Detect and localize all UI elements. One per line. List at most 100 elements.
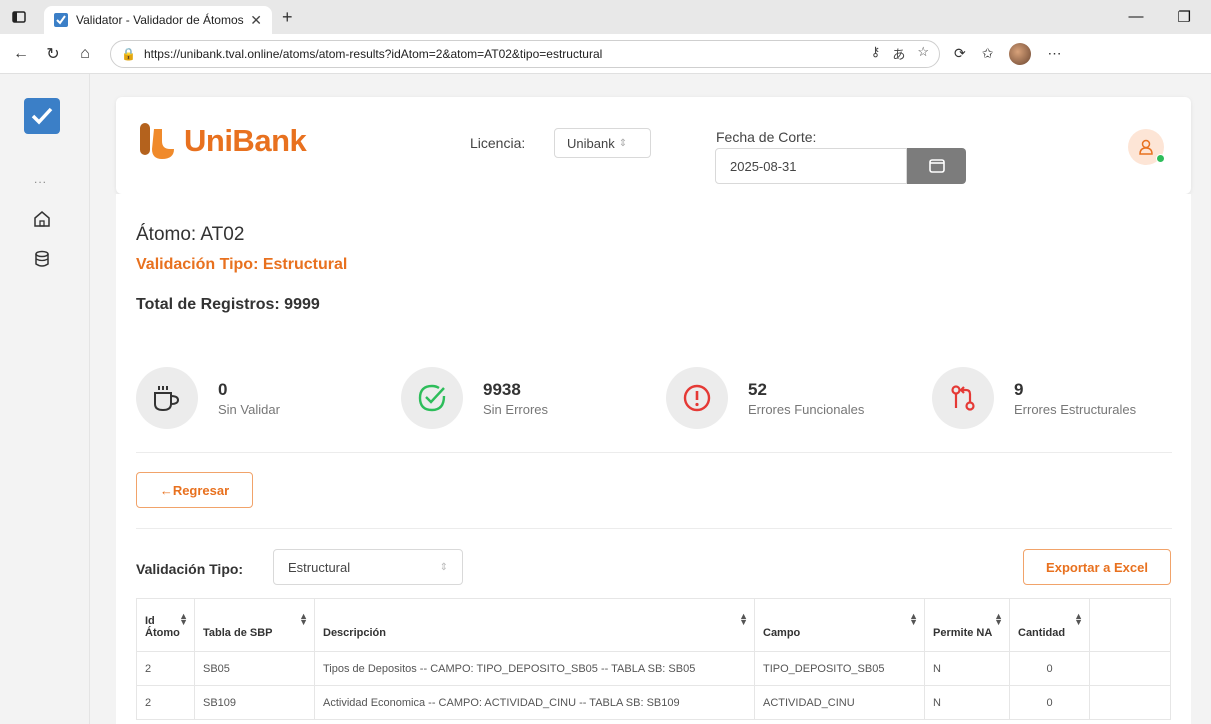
col-id-atomo[interactable]: Id Átomo ▲ ▼: [136, 598, 195, 652]
browser-toolbar: ← ↻ ⌂ 🔒 https://unibank.tval.online/atom…: [0, 34, 1211, 74]
extensions-icon[interactable]: ⟳: [954, 45, 966, 62]
user-avatar[interactable]: [1128, 129, 1165, 165]
cell-tabla: SB05: [194, 651, 315, 686]
home-icon[interactable]: ⌂: [74, 43, 96, 65]
column-header-label: Cantidad: [1018, 627, 1066, 639]
minimize-icon[interactable]: —: [1129, 8, 1144, 26]
license-label: Licencia:: [470, 135, 526, 151]
column-header-label: Id Átomo: [145, 615, 180, 639]
validation-type-subtitle: Validación Tipo: Estructural: [136, 256, 348, 273]
cutoff-date-label: Fecha de Corte:: [716, 129, 817, 145]
url-text: https://unibank.tval.online/atoms/atom-r…: [143, 46, 603, 61]
home-nav-icon[interactable]: [33, 210, 51, 228]
table-header-row: Id Átomo ▲ ▼ Tabla de SBP ▲ ▼ Descripción ▲ ▼ …: [136, 598, 1171, 652]
browser-tab[interactable]: Validator - Validador de Átomos ✕: [44, 6, 272, 34]
col-permite-na[interactable]: Permite NA ▲ ▼: [924, 598, 1010, 652]
column-header-label: Descripción: [323, 627, 386, 639]
column-header-label: Tabla de SBP: [203, 627, 273, 639]
user-icon: [1139, 139, 1153, 155]
cutoff-date-input[interactable]: 2025-08-31: [715, 148, 907, 184]
export-excel-button[interactable]: Exportar a Excel: [1023, 549, 1171, 585]
app-header: UniBank Licencia: Unibank ⇕ Fecha de Cor…: [116, 97, 1191, 194]
results-table: Id Átomo ▲ ▼ Tabla de SBP ▲ ▼ Descripción ▲ ▼ …: [136, 598, 1171, 720]
stat-value: 9: [1014, 379, 1024, 399]
sort-icon[interactable]: ▲ ▼: [299, 612, 308, 627]
table-row[interactable]: 2 SB05 Tipos de Depositos -- CAMPO: TIPO…: [136, 651, 1171, 686]
column-header-label: Permite NA: [933, 627, 993, 639]
address-bar[interactable]: 🔒 https://unibank.tval.online/atoms/atom…: [110, 39, 940, 68]
page-title: Átomo: AT02: [136, 224, 245, 245]
favorite-star-icon[interactable]: ☆: [917, 44, 929, 63]
browser-profile-avatar[interactable]: [1009, 42, 1032, 65]
col-descripcion[interactable]: Descripción ▲ ▼: [314, 598, 755, 652]
column-header-label: Campo: [763, 627, 801, 639]
sidebar-dots: ...: [34, 172, 48, 186]
sort-icon[interactable]: ▲ ▼: [909, 612, 918, 627]
database-icon[interactable]: [33, 250, 51, 268]
sort-icon[interactable]: ▲ ▼: [739, 612, 748, 627]
site-info-icon[interactable]: 🔒: [121, 47, 136, 61]
cell-extra: [1089, 651, 1171, 686]
stat-errores-funcionales: 52 Errores Funcionales: [666, 367, 864, 429]
license-select[interactable]: Unibank ⇕: [554, 128, 651, 158]
cell-cantidad: 0: [1009, 651, 1090, 686]
stat-sin-validar: 0 Sin Validar: [136, 367, 280, 429]
col-cantidad[interactable]: Cantidad ▲ ▼: [1009, 598, 1090, 652]
window-controls: — ❐: [1129, 8, 1191, 26]
stat-label: Sin Errores: [483, 401, 549, 417]
tab-actions-icon[interactable]: [8, 6, 30, 28]
divider: [136, 452, 1172, 453]
sort-icon[interactable]: ▲ ▼: [179, 612, 188, 627]
col-extra: [1089, 598, 1171, 652]
tab-close-icon[interactable]: ✕: [250, 12, 262, 29]
cutoff-date-value: 2025-08-31: [730, 158, 797, 174]
stat-label: Errores Funcionales: [748, 401, 865, 417]
total-records: Total de Registros: 9999: [136, 296, 320, 313]
app-sidebar: ...: [0, 74, 90, 724]
select-sort-icon: ⇕: [439, 561, 448, 573]
cell-id: 2: [136, 685, 195, 720]
cell-campo: TIPO_DEPOSITO_SB05: [754, 651, 925, 686]
app-logo-icon[interactable]: [24, 98, 60, 134]
sort-icon[interactable]: ▲ ▼: [994, 612, 1003, 627]
read-aloud-icon[interactable]: あ: [892, 44, 905, 63]
cell-extra: [1089, 685, 1171, 720]
url-actions: ⚷ あ ☆: [871, 44, 929, 63]
back-button[interactable]: ←Regresar: [136, 472, 253, 508]
cell-permite-na: N: [924, 685, 1010, 720]
key-icon[interactable]: ⚷: [871, 44, 881, 63]
brand-logo: UniBank: [136, 119, 307, 163]
divider: [136, 528, 1172, 529]
stat-sin-errores: 9938 Sin Errores: [401, 367, 548, 429]
cell-descripcion: Tipos de Depositos -- CAMPO: TIPO_DEPOSI…: [314, 651, 755, 686]
calendar-icon: [928, 159, 945, 173]
more-options-icon[interactable]: ⋯: [1047, 45, 1061, 62]
stat-value: 52: [748, 379, 767, 399]
favorites-icon[interactable]: ✩: [982, 45, 994, 62]
new-tab-button[interactable]: +: [282, 7, 293, 28]
browser-actions: ⟳ ✩ ⋯: [954, 42, 1061, 65]
calendar-button[interactable]: [907, 148, 966, 184]
select-sort-icon: ⇕: [618, 137, 628, 149]
stat-label: Sin Validar: [218, 401, 280, 417]
refresh-icon[interactable]: ↻: [42, 43, 64, 65]
stat-errores-estructurales: 9 Errores Estructurales: [932, 367, 1136, 429]
cell-id: 2: [136, 651, 195, 686]
cell-permite-na: N: [924, 651, 1010, 686]
validation-type-select[interactable]: Estructural ⇕: [273, 549, 463, 585]
brand-name: UniBank: [184, 123, 307, 158]
stat-label: Errores Estructurales: [1014, 401, 1137, 417]
table-row[interactable]: 2 SB109 Actividad Economica -- CAMPO: AC…: [136, 685, 1171, 720]
sort-icon[interactable]: ▲ ▼: [1074, 612, 1083, 627]
stat-value: 0: [218, 379, 228, 399]
col-tabla-sbp[interactable]: Tabla de SBP ▲ ▼: [194, 598, 315, 652]
online-status-badge: [1156, 154, 1165, 163]
restore-icon[interactable]: ❐: [1178, 8, 1191, 26]
cell-campo: ACTIVIDAD_CINU: [754, 685, 925, 720]
main-content: Átomo: AT02 Validación Tipo: Estructural…: [116, 194, 1191, 724]
back-icon[interactable]: ←: [10, 43, 32, 65]
cup-icon: [136, 367, 198, 429]
cell-cantidad: 0: [1009, 685, 1090, 720]
col-campo[interactable]: Campo ▲ ▼: [754, 598, 925, 652]
alert-circle-icon: [666, 367, 728, 429]
